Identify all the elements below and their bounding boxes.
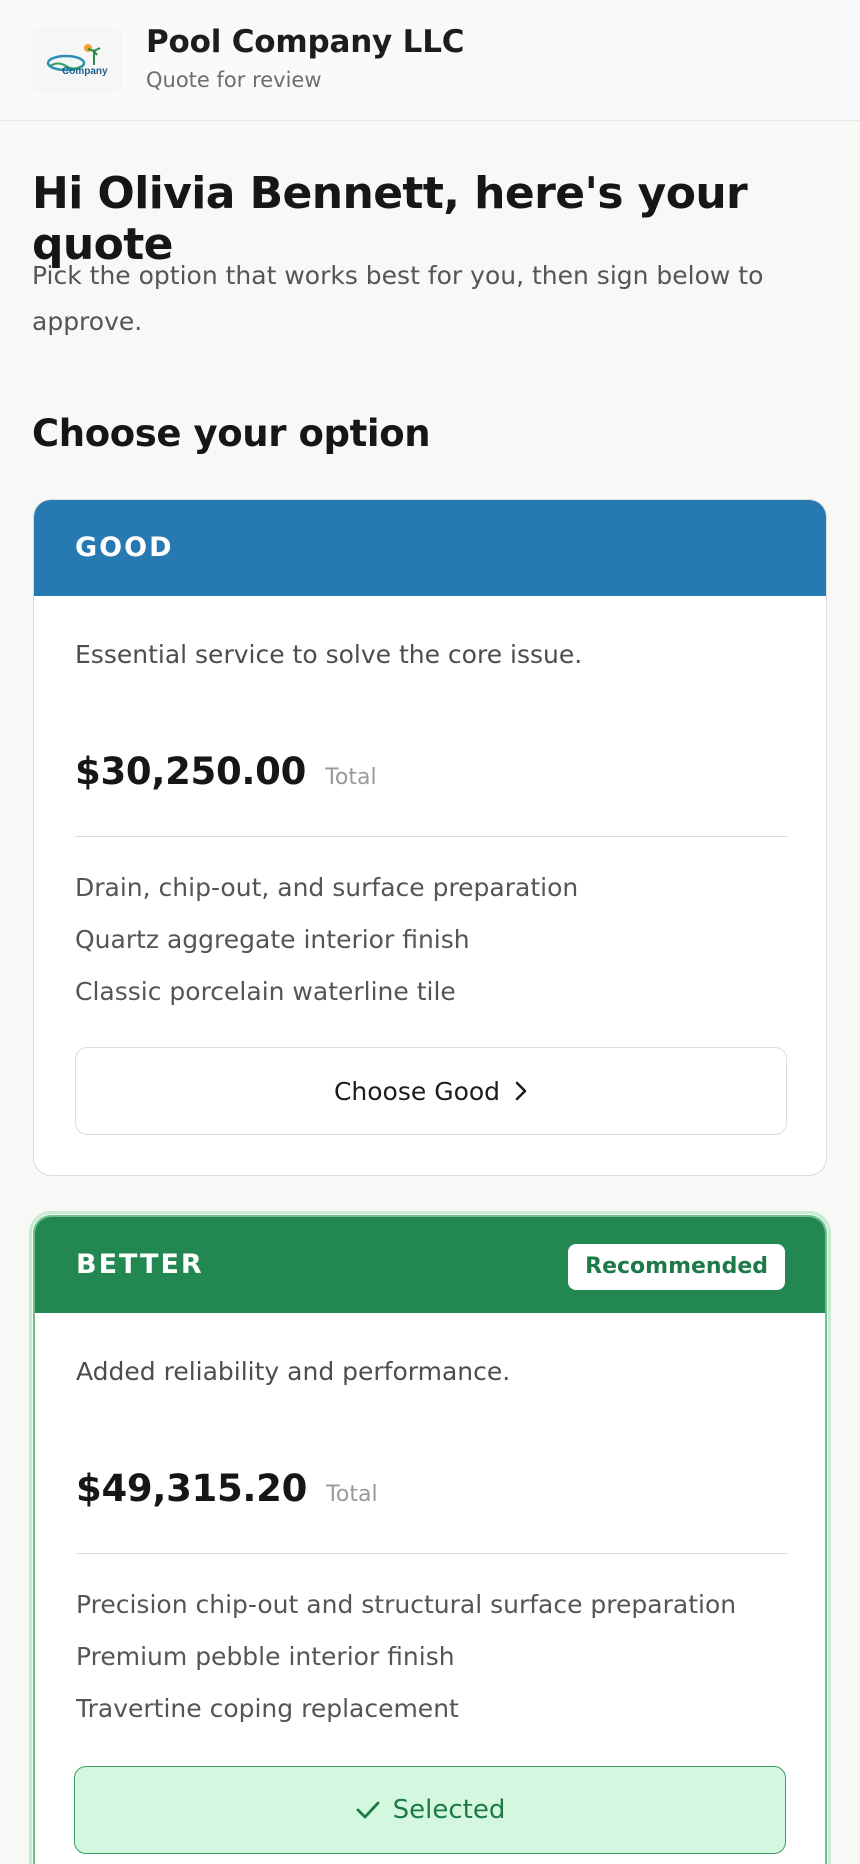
option-card-better: BETTER Recommended Added reliability and… [33,1215,827,1864]
checkmark-icon [355,1799,381,1821]
option-header-good: GOOD [34,500,826,596]
price-row: $30,250.00 Total [75,750,377,793]
pool-logo-icon: Company [46,44,108,77]
chevron-right-icon [514,1080,528,1102]
section-title: Choose your option [32,412,431,455]
feature-item: Quartz aggregate interior finish [75,925,470,954]
recommended-badge: Recommended [568,1244,785,1290]
feature-item: Classic porcelain waterline tile [75,977,456,1006]
feature-item: Premium pebble interior finish [76,1642,455,1671]
company-logo: Company [32,27,122,93]
feature-list: Drain, chip-out, and surface preparation… [75,862,578,1018]
app-header: Company Pool Company LLC Quote for revie… [0,0,860,121]
divider [75,836,787,837]
option-price: $49,315.20 [76,1467,308,1510]
instructions-text: Pick the option that works best for you,… [32,261,764,336]
quote-status-subtitle: Quote for review [146,68,322,92]
price-suffix: Total [326,1482,378,1507]
tier-label: GOOD [75,532,174,563]
feature-item: Precision chip-out and structural surfac… [76,1590,737,1619]
divider [76,1553,788,1554]
price-suffix: Total [325,765,377,790]
selected-better-button[interactable]: Selected [74,1766,786,1854]
choose-button-label: Choose Good [333,1076,501,1106]
selected-button-label: Selected [392,1795,506,1825]
svg-text:Company: Company [62,66,108,77]
feature-item: Travertine coping replacement [76,1694,459,1723]
choose-good-button[interactable]: Choose Good [75,1047,787,1135]
option-price: $30,250.00 [75,750,307,793]
feature-item: Drain, chip-out, and surface preparation [75,873,579,902]
option-description: Added reliability and performance. [76,1357,511,1386]
company-name: Pool Company LLC [146,24,465,60]
feature-list: Precision chip-out and structural surfac… [76,1579,736,1735]
option-header-better: BETTER Recommended [35,1217,825,1313]
option-card-good: GOOD Essential service to solve the core… [33,499,827,1176]
tier-label: BETTER [76,1249,204,1280]
price-row: $49,315.20 Total [76,1467,378,1510]
option-description: Essential service to solve the core issu… [75,640,583,669]
